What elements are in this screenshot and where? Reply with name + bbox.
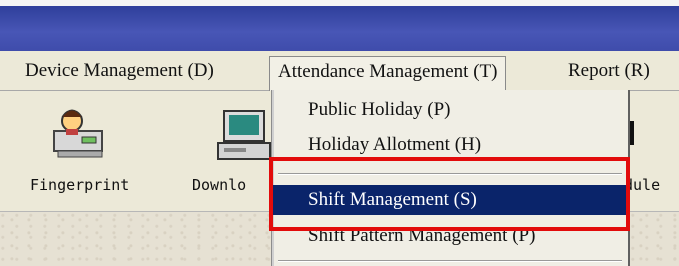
window-title-bar	[0, 0, 679, 51]
menu-bar: Device Management (D) Attendance Managem…	[0, 52, 679, 91]
menu-report[interactable]: Report (R)	[568, 52, 650, 90]
download-label: Downlo	[192, 176, 247, 194]
download-computer-icon	[214, 101, 274, 171]
menu-attendance-management[interactable]: Attendance Management (T)	[269, 56, 507, 91]
menu-device-management[interactable]: Device Management (D)	[25, 52, 214, 90]
fingerprint-label: Fingerprint	[30, 176, 130, 194]
red-highlight-box	[269, 157, 630, 231]
menu-item-holiday-allotment[interactable]: Holiday Allotment (H)	[272, 130, 628, 160]
fingerprint-button[interactable]: Fingerprint	[18, 91, 138, 211]
menu-item-public-holiday[interactable]: Public Holiday (P)	[272, 95, 628, 125]
download-button[interactable]: Downlo	[162, 91, 282, 211]
menu-separator-bottom	[278, 260, 622, 262]
fingerprint-device-icon	[48, 101, 112, 171]
